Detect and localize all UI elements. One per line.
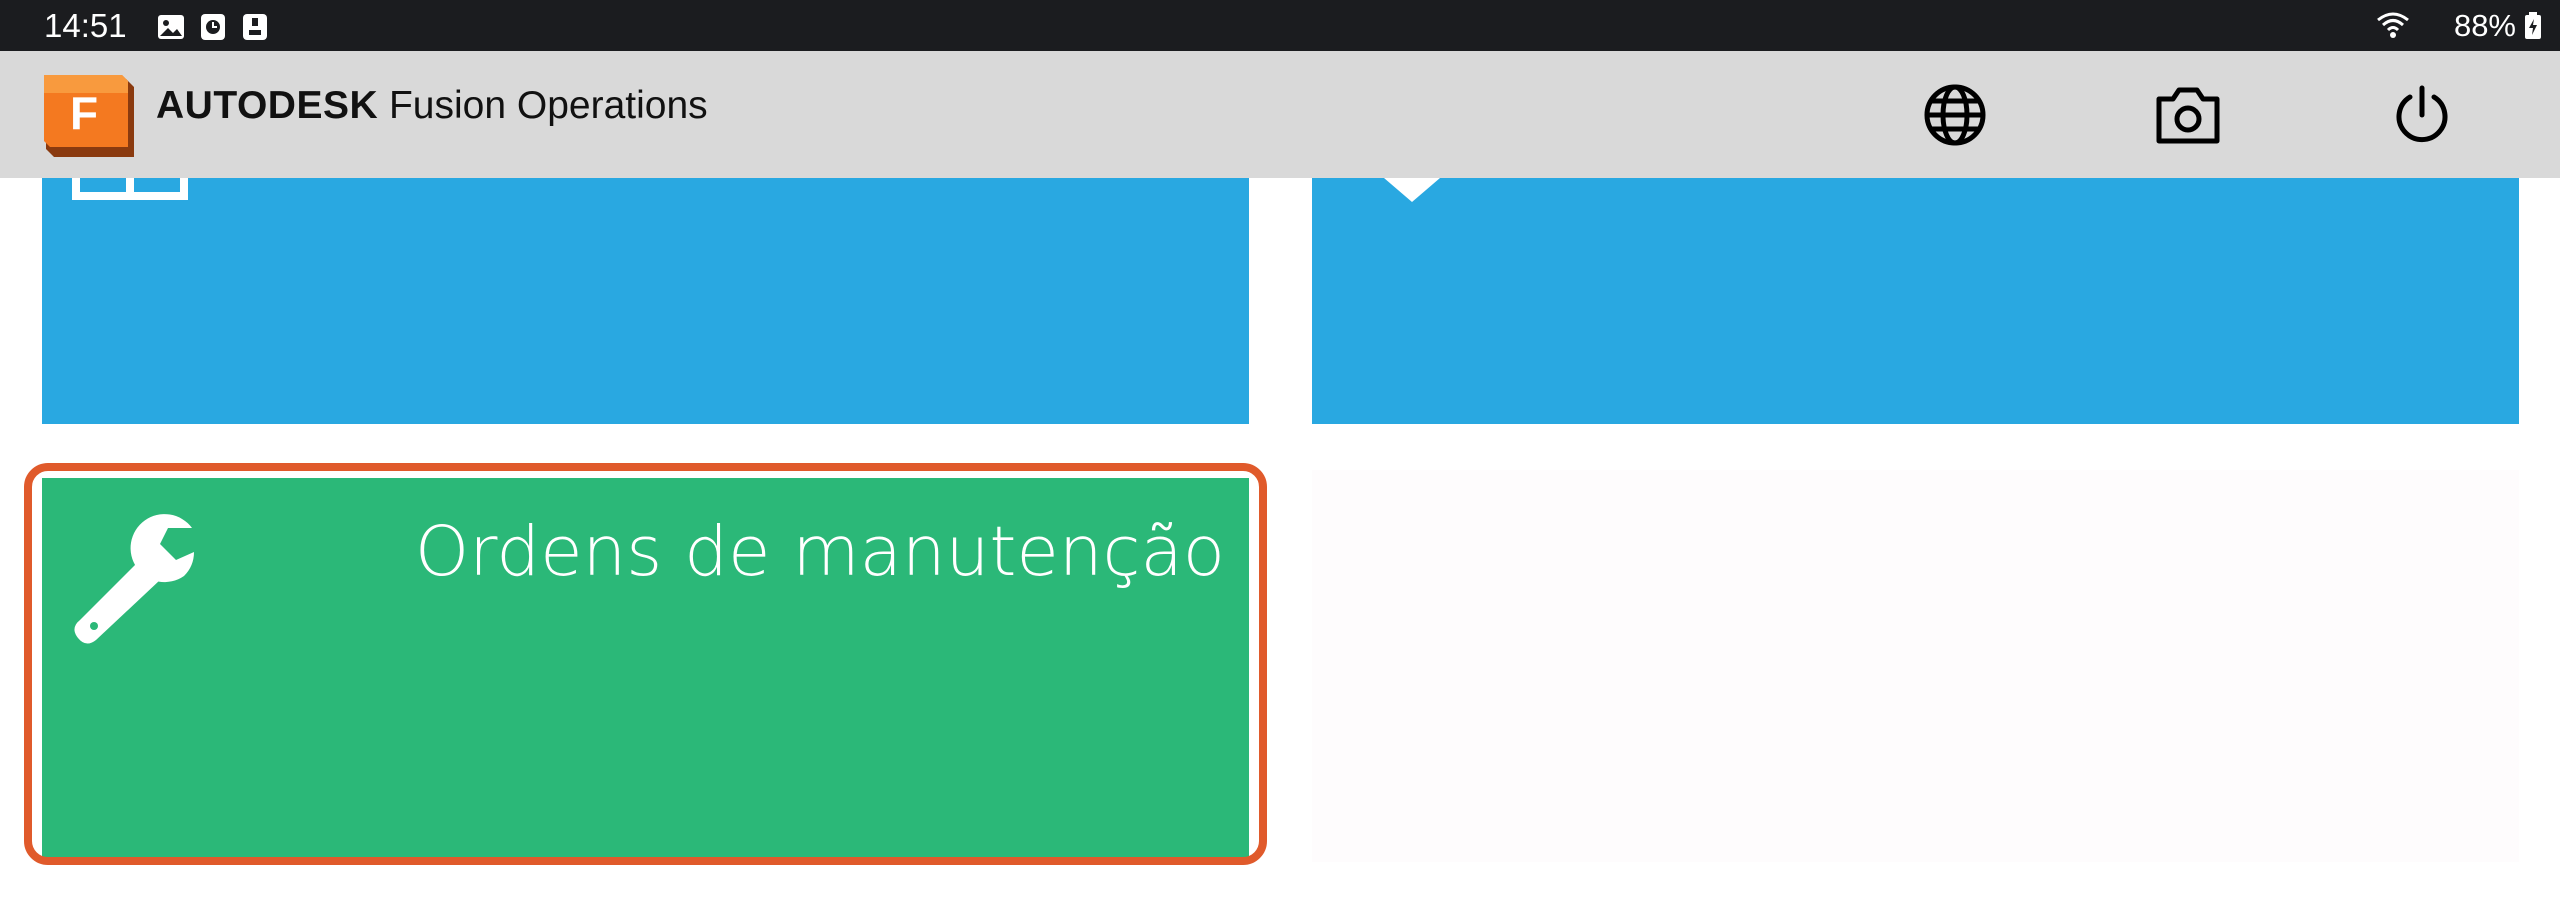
globe-icon xyxy=(1924,84,1986,146)
brand-company: AUTODESK xyxy=(156,84,379,127)
status-time: 14:51 xyxy=(44,7,127,44)
wifi-icon xyxy=(2377,12,2409,38)
dashboard-tile-top-left[interactable] xyxy=(42,178,1249,424)
app-title: AUTODESK Fusion Operations xyxy=(156,81,708,131)
wrench-icon xyxy=(74,514,194,644)
power-icon xyxy=(2396,85,2448,143)
checkmark-icon xyxy=(1384,178,1440,202)
clock-notification-icon xyxy=(201,14,225,40)
logo-letter: F xyxy=(70,87,98,139)
app-header: F AUTODESK Fusion Operations xyxy=(0,51,2560,178)
grid-icon xyxy=(72,178,188,200)
empty-tile xyxy=(1312,470,2519,862)
brand-product: Fusion Operations xyxy=(388,84,708,127)
power-button[interactable] xyxy=(2382,75,2462,155)
dashboard-tile-top-right[interactable] xyxy=(1312,178,2519,424)
camera-button[interactable] xyxy=(2148,75,2228,155)
fusion-logo: F xyxy=(44,75,134,157)
maintenance-orders-tile[interactable]: Ordens de manutenção xyxy=(42,478,1249,860)
maintenance-orders-title: Ordens de manutenção xyxy=(414,512,1225,592)
image-notification-icon xyxy=(158,15,184,39)
status-bar: 14:51 88% xyxy=(0,0,2560,51)
language-button[interactable] xyxy=(1915,75,1995,155)
battery-percentage: 88% xyxy=(2453,8,2516,43)
battery-charging-icon xyxy=(2525,12,2541,39)
camera-icon xyxy=(2156,87,2220,144)
screenshot-notification-icon xyxy=(243,14,267,40)
